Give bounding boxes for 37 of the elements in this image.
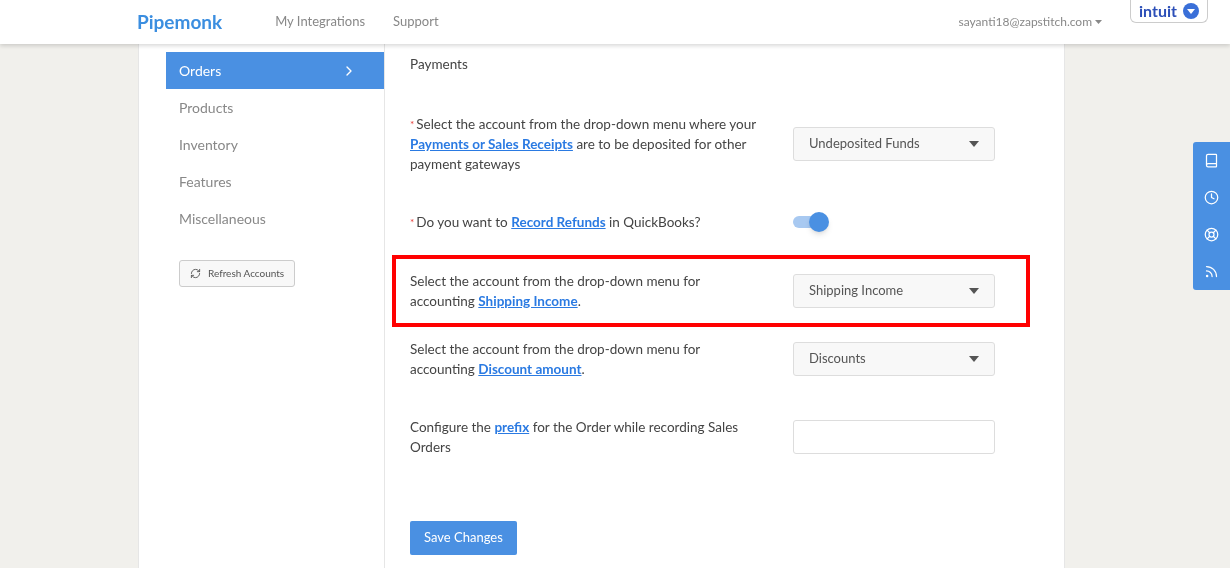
account-dropdown[interactable]: Undeposited Funds <box>793 127 995 161</box>
dropdown-icon <box>1183 3 1199 19</box>
caret-icon <box>969 141 979 147</box>
sidebar-item[interactable]: Miscellaneous <box>166 200 384 237</box>
account-dropdown[interactable]: Shipping Income <box>793 274 995 308</box>
setting-label: Select the account from the drop-down menu for accounting Shipping Income. <box>410 272 701 311</box>
sidebar-item[interactable]: Orders <box>166 52 384 89</box>
caret-icon <box>1095 20 1103 24</box>
setting-label: Select the account from the drop-down menu for accounting Discount amount. <box>410 340 701 379</box>
setting-label: *Do you want to Record Refunds in QuickBooks? <box>410 213 702 232</box>
nav-link[interactable]: Support <box>393 12 439 32</box>
save-button[interactable]: Save Changes <box>410 521 517 555</box>
account-dropdown[interactable]: Discounts <box>793 342 995 376</box>
help-link[interactable]: Payments or Sales Receipts <box>410 136 573 152</box>
clock-icon[interactable] <box>1204 190 1219 205</box>
sidebar-item[interactable]: Inventory <box>166 126 384 163</box>
setting-label: *Select the account from the drop-down menu where your Payments or Sales Receipts are to be deposited for other payment gateways <box>410 115 757 174</box>
sidebar-item[interactable]: Features <box>166 163 384 200</box>
intuit-button[interactable]: intuit <box>1130 0 1208 23</box>
nav-link[interactable]: My Integrations <box>275 12 366 32</box>
caret-icon <box>969 356 979 362</box>
toggle-switch[interactable] <box>793 211 829 233</box>
setting-label: Configure the prefix for the Order while recording Sales Orders <box>410 418 740 457</box>
caret-icon <box>969 288 979 294</box>
setting-label: Payments <box>410 55 469 74</box>
help-link[interactable]: prefix <box>494 419 530 435</box>
book-icon[interactable] <box>1204 153 1219 168</box>
rss-icon[interactable] <box>1204 264 1219 279</box>
sidebar-item[interactable]: Products <box>166 89 384 126</box>
refresh-button[interactable]: Refresh Accounts <box>179 260 296 287</box>
help-link[interactable]: Shipping Income <box>478 293 578 309</box>
logo[interactable]: Pipemonk <box>137 7 223 37</box>
user-menu[interactable]: sayanti18@zapstitch.com <box>958 13 1103 31</box>
prefix-input[interactable] <box>793 420 995 454</box>
lifebuoy-icon[interactable] <box>1204 227 1219 242</box>
refresh-icon <box>190 268 201 279</box>
help-link[interactable]: Record Refunds <box>511 214 606 230</box>
